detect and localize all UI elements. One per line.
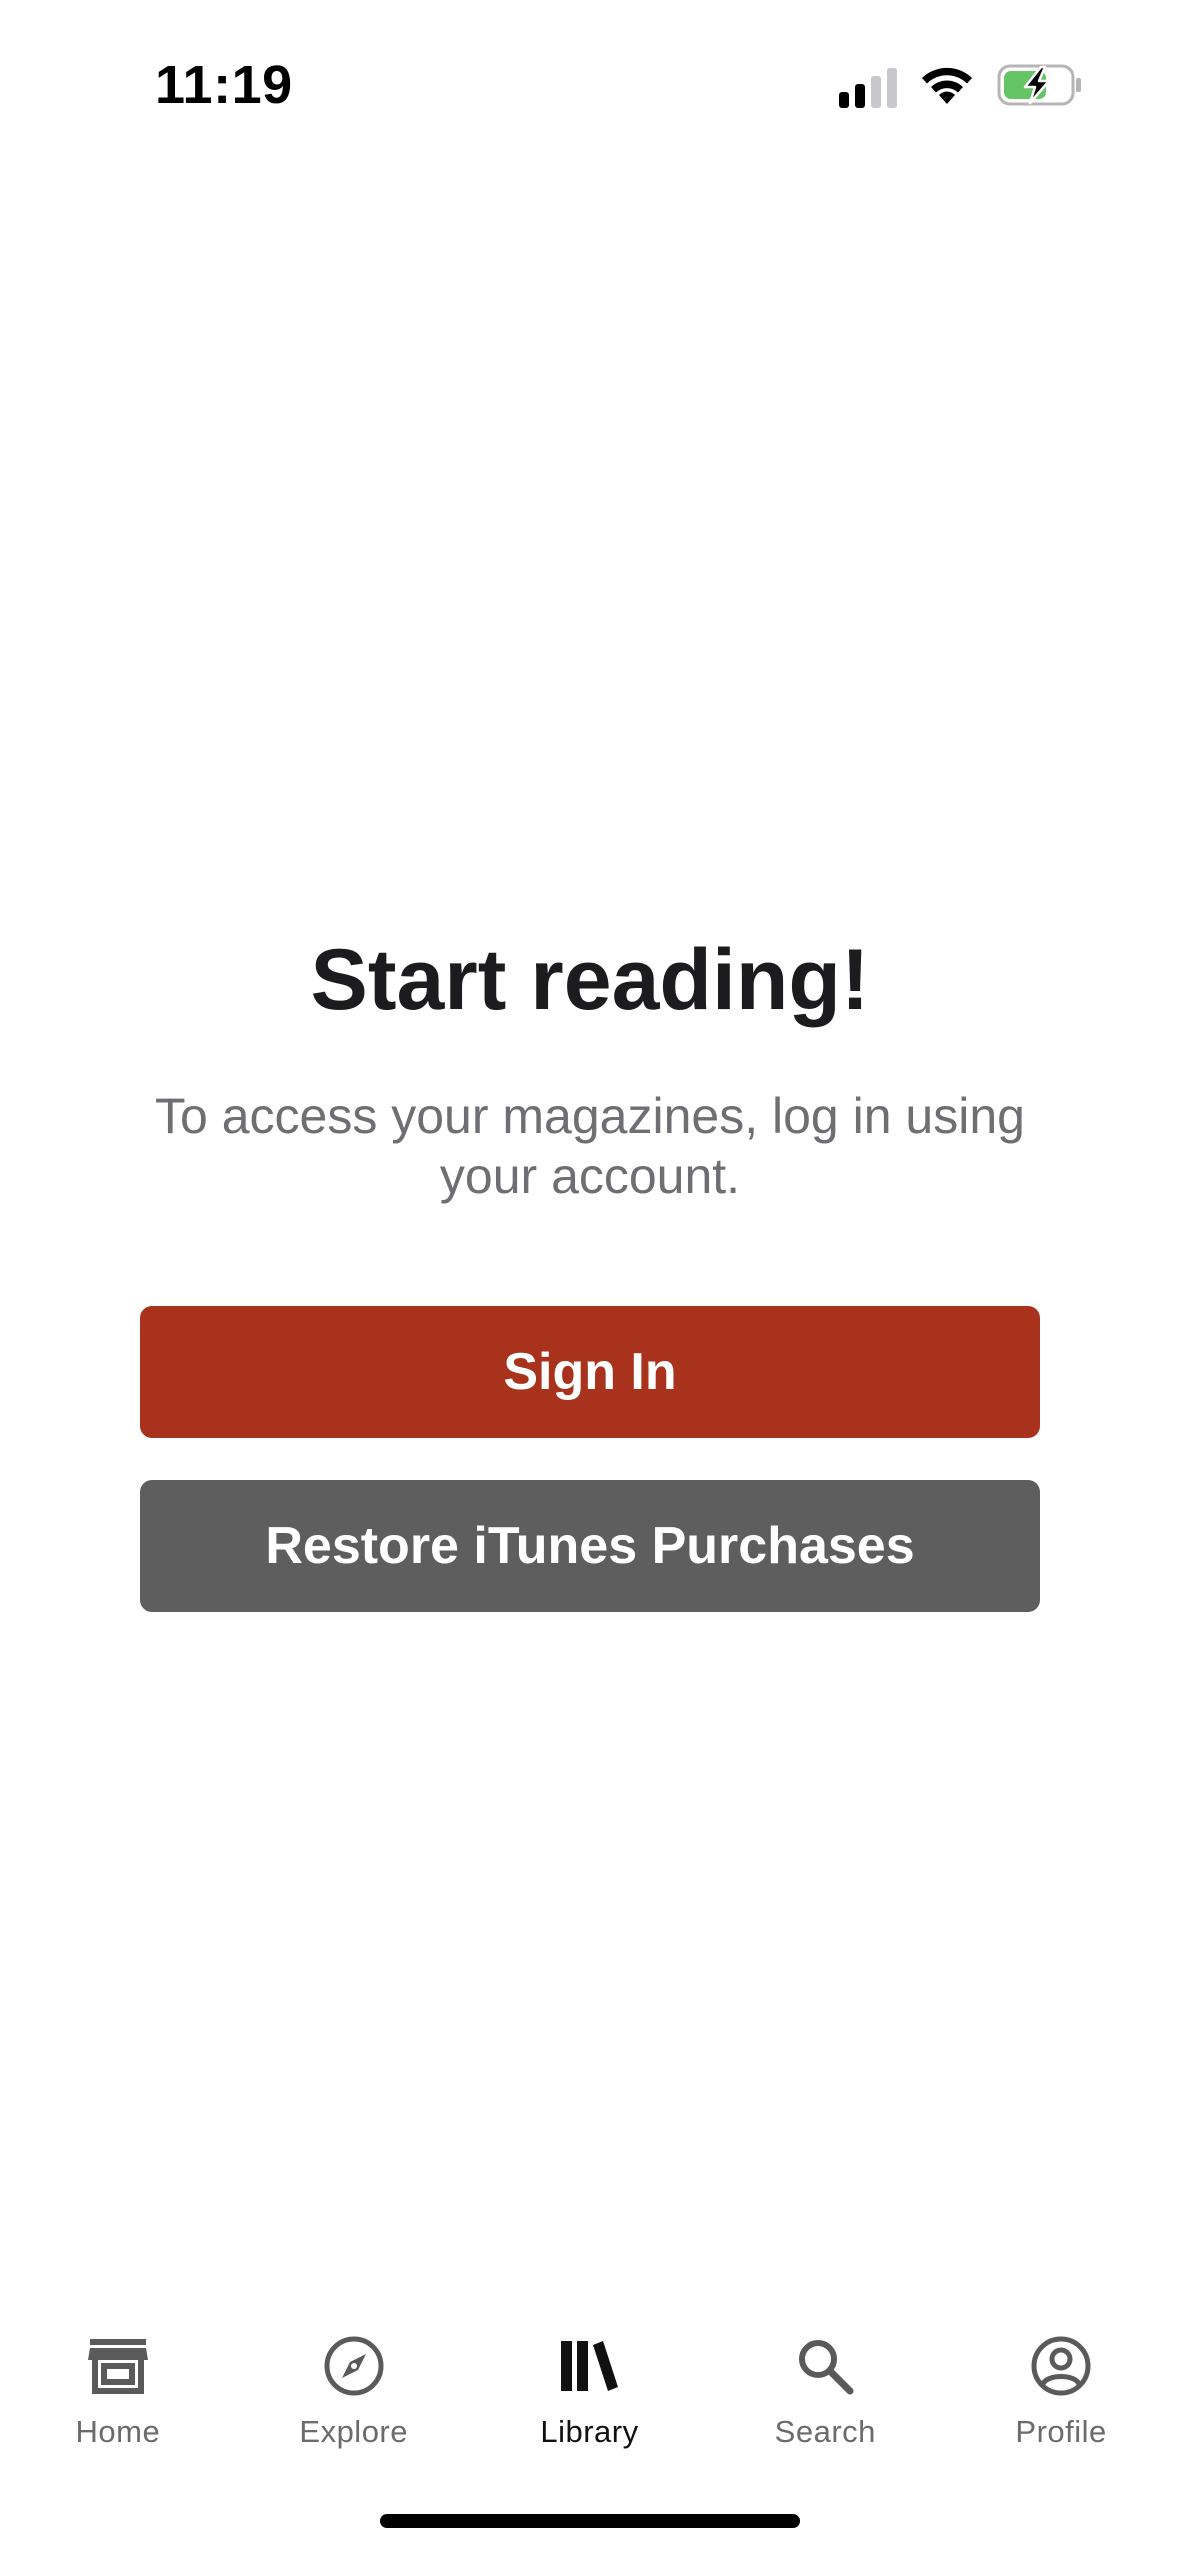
battery-charging-icon — [997, 63, 1083, 112]
tab-explore[interactable]: Explore — [236, 2300, 472, 2460]
search-icon — [789, 2330, 861, 2402]
tab-profile[interactable]: Profile — [943, 2300, 1179, 2460]
tab-explore-label: Explore — [299, 2414, 408, 2449]
home-indicator — [380, 2514, 800, 2528]
sign-in-button-label: Sign In — [503, 1343, 677, 1401]
page-title: Start reading! — [310, 932, 870, 1028]
tab-profile-label: Profile — [1015, 2414, 1107, 2449]
tab-home[interactable]: Home — [0, 2300, 236, 2460]
tab-library-label: Library — [540, 2414, 639, 2449]
store-icon — [82, 2330, 154, 2402]
tab-search[interactable]: Search — [707, 2300, 943, 2460]
library-icon — [553, 2330, 625, 2402]
cellular-signal-icon — [839, 66, 897, 108]
sign-in-button[interactable]: Sign In — [140, 1306, 1040, 1438]
status-time: 11:19 — [155, 55, 293, 115]
compass-icon — [318, 2330, 390, 2402]
restore-purchases-button-label: Restore iTunes Purchases — [265, 1517, 915, 1575]
sign-in-prompt: Start reading! To access your magazines,… — [140, 920, 1040, 1612]
restore-purchases-button[interactable]: Restore iTunes Purchases — [140, 1480, 1040, 1612]
account-circle-icon — [1025, 2330, 1097, 2402]
tab-search-label: Search — [774, 2414, 876, 2449]
status-bar: 11:19 — [0, 0, 1179, 160]
tab-library[interactable]: Library — [472, 2300, 708, 2460]
tab-bar: Home Explore Library Search Profile — [0, 2300, 1179, 2460]
tab-home-label: Home — [75, 2414, 161, 2449]
status-icons — [839, 62, 1083, 112]
wifi-icon — [919, 64, 975, 111]
subtitle-text: To access your magazines, log in using y… — [155, 1088, 1025, 1204]
